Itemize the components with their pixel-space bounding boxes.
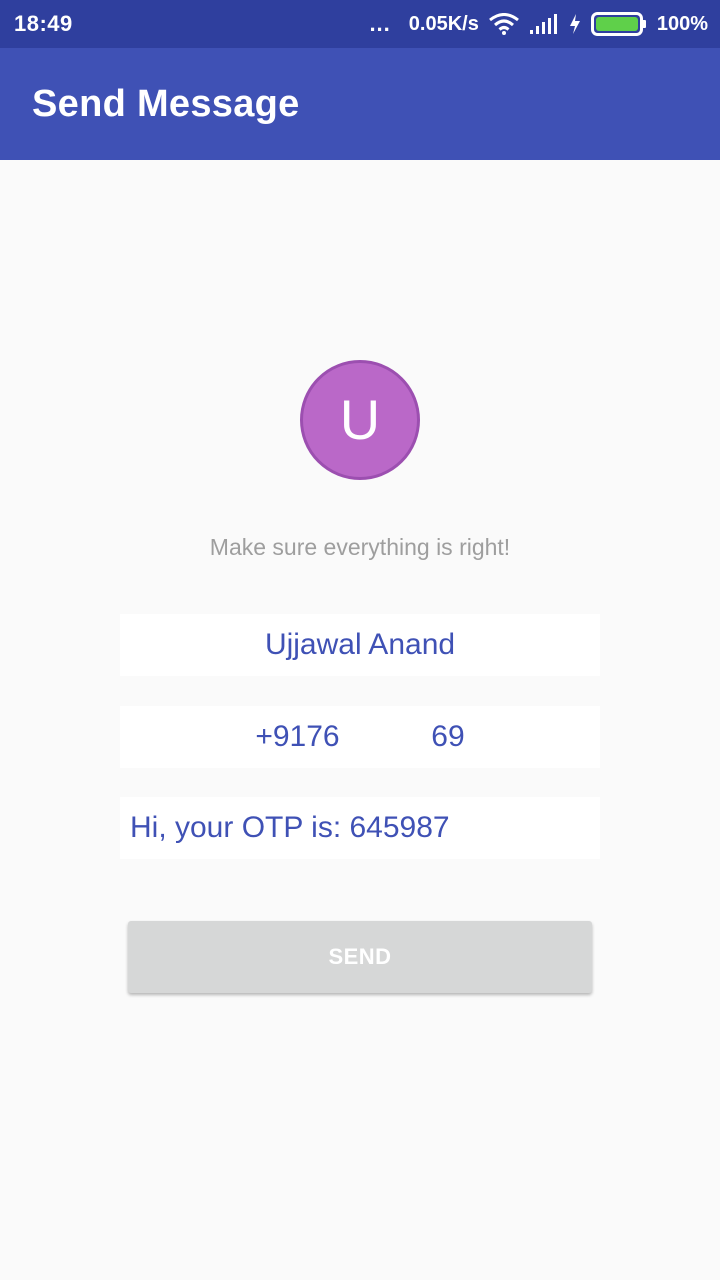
- avatar: U: [300, 360, 420, 480]
- signal-icon: [529, 14, 557, 34]
- more-notifications-icon: ...: [369, 11, 391, 36]
- battery-icon: [590, 12, 646, 36]
- battery-percentage: 100%: [656, 12, 708, 35]
- app-bar: Send Message: [0, 48, 720, 160]
- message-field[interactable]: Hi, your OTP is: 645987: [120, 797, 600, 859]
- status-time: 18:49: [14, 11, 73, 36]
- send-button[interactable]: SEND: [128, 921, 592, 993]
- status-bar: 18:49 ... 0.05K/s 100%: [0, 0, 720, 48]
- contact-name-field[interactable]: Ujjawal Anand: [120, 614, 600, 676]
- avatar-letter: U: [339, 387, 381, 451]
- network-speed: 0.05K/s: [408, 12, 479, 35]
- status-indicators: ... 0.05K/s 100%: [369, 12, 708, 36]
- phone-number-field[interactable]: +9176 69: [120, 706, 600, 768]
- confirmation-hint: Make sure everything is right!: [209, 534, 511, 560]
- charging-icon: [569, 14, 580, 34]
- page-title: Send Message: [32, 82, 300, 125]
- wifi-icon: [488, 13, 519, 35]
